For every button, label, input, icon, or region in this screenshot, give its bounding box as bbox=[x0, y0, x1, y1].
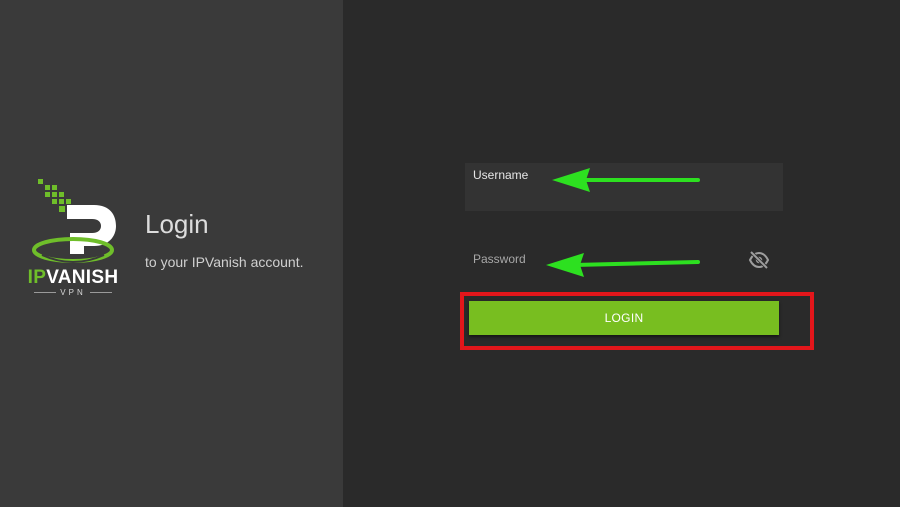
username-label: Username bbox=[473, 168, 529, 182]
eye-off-icon[interactable] bbox=[748, 250, 770, 270]
page-subtitle: to your IPVanish account. bbox=[145, 254, 304, 270]
logo-wordmark: IPVANISH bbox=[27, 267, 119, 288]
page-title: Login bbox=[145, 209, 209, 239]
ipvanish-logo: IPVANISH VPN bbox=[22, 175, 124, 297]
arrow-to-password-icon bbox=[546, 253, 700, 277]
logo-rule-right bbox=[90, 292, 112, 293]
arrow-to-username-icon bbox=[552, 168, 700, 192]
password-label: Password bbox=[473, 252, 526, 266]
login-button[interactable]: LOGIN bbox=[469, 301, 779, 335]
logo-mark-icon bbox=[32, 179, 116, 263]
